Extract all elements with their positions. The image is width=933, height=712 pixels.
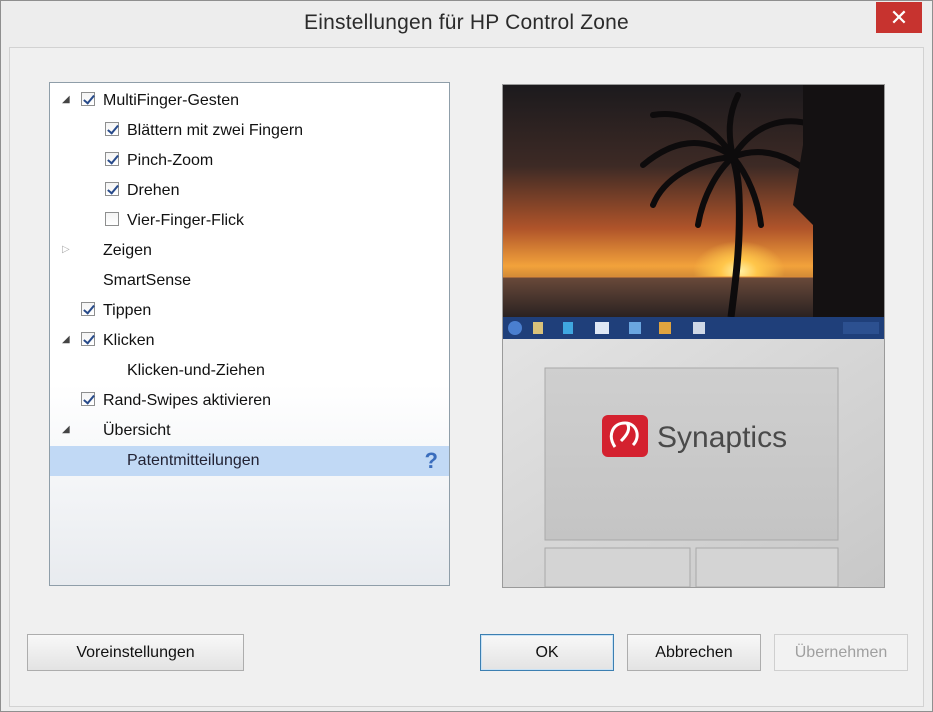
tree-item-label: Patentmitteilungen	[127, 452, 260, 469]
checkbox-pinch-zoom[interactable]	[105, 152, 119, 166]
tree-item-label: SmartSense	[103, 272, 192, 289]
tree-item-label: MultiFinger-Gesten	[103, 92, 240, 109]
tree-item-label: Pinch-Zoom	[127, 152, 214, 169]
window-title: Einstellungen für HP Control Zone	[304, 11, 629, 34]
tree-item-label: Blättern mit zwei Fingern	[127, 122, 304, 139]
expanded-triangle-icon[interactable]: ◢	[62, 335, 72, 345]
synaptics-logo-icon	[602, 415, 648, 457]
tree-item-label: Zeigen	[103, 242, 152, 259]
ok-button[interactable]: OK	[480, 634, 614, 671]
dialog-body: ◢ MultiFinger-Gesten Blättern mit zwei F…	[9, 47, 924, 707]
preview-image: Synaptics	[502, 84, 885, 588]
tree-item-tippen[interactable]: Tippen	[50, 296, 449, 326]
collapsed-triangle-icon[interactable]: ▷	[62, 245, 72, 255]
tree-item-label: Tippen	[103, 302, 152, 319]
tree-item-label: Drehen	[127, 182, 180, 199]
tree-item-pinch-zoom[interactable]: Pinch-Zoom	[50, 146, 449, 176]
tree-item-label: Klicken	[103, 332, 155, 349]
close-icon: ✕	[889, 5, 909, 30]
apply-button[interactable]: Übernehmen	[774, 634, 908, 671]
tree-item-blaettern[interactable]: Blättern mit zwei Fingern	[50, 116, 449, 146]
apply-button-label: Übernehmen	[794, 644, 888, 661]
checkbox-klicken[interactable]	[81, 332, 95, 346]
tree-item-uebersicht[interactable]: ◢ Übersicht	[50, 416, 449, 446]
tree-item-smartsense[interactable]: SmartSense	[50, 266, 449, 296]
expanded-triangle-icon[interactable]: ◢	[62, 95, 72, 105]
tree-item-patentmitteilungen[interactable]: Patentmitteilungen ?	[50, 446, 449, 476]
tree-item-vier-finger-flick[interactable]: Vier-Finger-Flick	[50, 206, 449, 236]
checkbox-blaettern[interactable]	[105, 122, 119, 136]
close-button[interactable]: ✕	[876, 2, 922, 33]
checkbox-tippen[interactable]	[81, 302, 95, 316]
tree-item-klicken[interactable]: ◢ Klicken	[50, 326, 449, 356]
checkbox-drehen[interactable]	[105, 182, 119, 196]
checkbox-vier-finger-flick[interactable]	[105, 212, 119, 226]
tree-item-rand-swipes[interactable]: Rand-Swipes aktivieren	[50, 386, 449, 416]
defaults-button[interactable]: Voreinstellungen	[27, 634, 244, 671]
settings-tree[interactable]: ◢ MultiFinger-Gesten Blättern mit zwei F…	[49, 82, 450, 586]
settings-window: Einstellungen für HP Control Zone ✕ ◢ Mu…	[0, 0, 933, 712]
tree-item-label: Vier-Finger-Flick	[127, 212, 245, 229]
tree-item-label: Klicken-und-Ziehen	[127, 362, 265, 379]
expanded-triangle-icon[interactable]: ◢	[62, 425, 72, 435]
tree-item-label: Übersicht	[103, 422, 171, 439]
tree-item-zeigen[interactable]: ▷ Zeigen	[50, 236, 449, 266]
tree-item-klicken-und-ziehen[interactable]: Klicken-und-Ziehen	[50, 356, 449, 386]
tree-item-multifinger-gesten[interactable]: ◢ MultiFinger-Gesten	[50, 86, 449, 116]
checkbox-multifinger-gesten[interactable]	[81, 92, 95, 106]
brand-label: Synaptics	[657, 421, 787, 454]
tree-item-drehen[interactable]: Drehen	[50, 176, 449, 206]
defaults-button-label: Voreinstellungen	[76, 644, 195, 661]
cancel-button-label: Abbrechen	[655, 644, 733, 661]
help-icon[interactable]: ?	[425, 448, 438, 474]
tree-item-label: Rand-Swipes aktivieren	[103, 392, 272, 409]
checkbox-rand-swipes[interactable]	[81, 392, 95, 406]
ok-button-label: OK	[535, 644, 559, 661]
title-bar[interactable]: Einstellungen für HP Control Zone ✕	[1, 1, 932, 47]
laptop-preview-illustration: Synaptics	[503, 85, 884, 587]
cancel-button[interactable]: Abbrechen	[627, 634, 761, 671]
